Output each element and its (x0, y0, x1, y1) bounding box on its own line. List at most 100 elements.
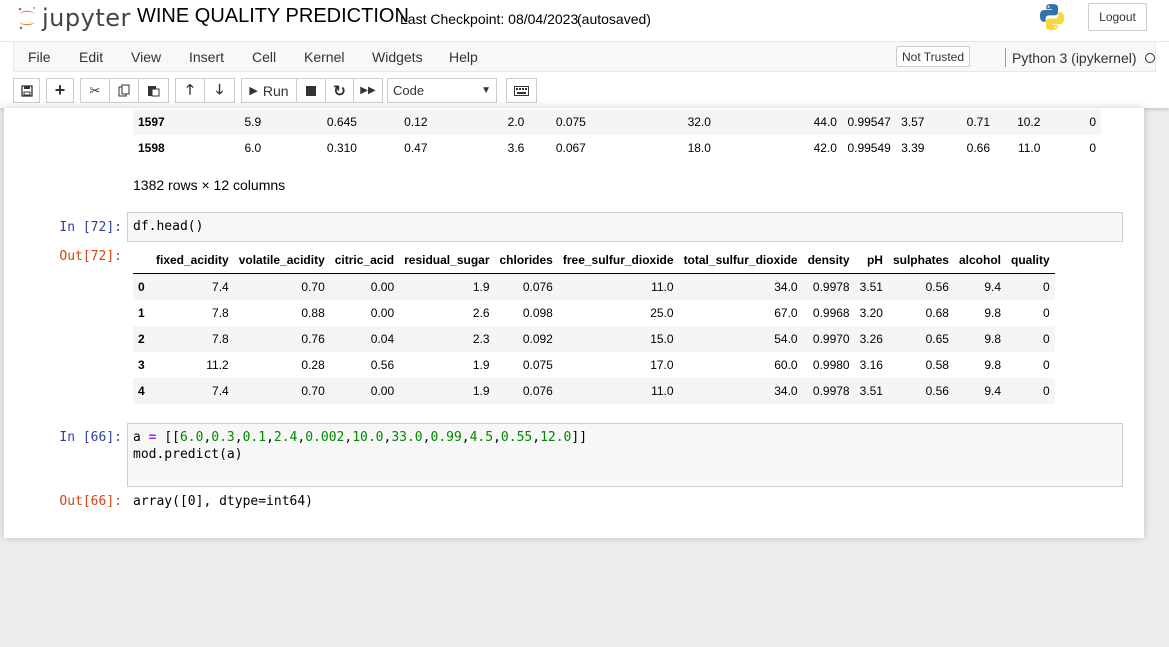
table-cell: 15.0 (650, 332, 674, 346)
move-up-button[interactable]: 🡑 (175, 78, 205, 103)
code-cell-input[interactable]: a = [[6.0,0.3,0.1,2.4,0.002,10.0,33.0,0.… (127, 423, 1123, 487)
table-cell: 0 (1042, 384, 1050, 398)
logout-button[interactable]: Logout (1088, 3, 1147, 31)
code-comma: , (493, 430, 501, 445)
save-icon (20, 84, 33, 97)
table-cell: 0.098 (522, 306, 553, 320)
table-cell: 0.9970 (812, 332, 850, 346)
column-header: quality (1006, 247, 1055, 274)
interrupt-button[interactable] (296, 78, 326, 103)
table-cell: 3.6 (507, 141, 525, 155)
table-cell: 0.66 (966, 141, 991, 155)
menu-cell[interactable]: Cell (252, 49, 276, 65)
column-header: free_sulfur_dioxide (557, 247, 679, 274)
table-cell: 0.092 (522, 332, 553, 346)
table-cell: 0.56 (925, 384, 949, 398)
table-cell: 10.2 (1017, 115, 1041, 129)
table-cell: 5.9 (244, 115, 262, 129)
jupyter-logo-icon (18, 7, 35, 30)
code-bracket: ]] (571, 430, 588, 445)
code-comma: , (234, 430, 243, 445)
move-down-button[interactable]: 🡓 (204, 78, 235, 103)
table-cell: 25.0 (650, 306, 674, 320)
copy-button[interactable] (109, 78, 139, 103)
table-cell: 3.51 (859, 384, 883, 398)
table-cell: 0.9978 (812, 384, 850, 398)
menubar: File Edit View Insert Cell Kernel Widget… (13, 41, 1156, 72)
menu-kernel[interactable]: Kernel (304, 49, 344, 65)
prediction-output: array([0], dtype=int64) (133, 494, 314, 509)
restart-button[interactable]: ↻ (325, 78, 354, 103)
table-cell: 0.00 (370, 306, 395, 320)
menu-view[interactable]: View (131, 49, 161, 65)
menu-widgets[interactable]: Widgets (372, 49, 423, 65)
row-index: 1 (138, 306, 145, 320)
table-cell: 18.0 (687, 141, 711, 155)
run-label: Run (262, 82, 289, 99)
table-cell: 42.0 (813, 141, 837, 155)
column-header: density (802, 247, 855, 274)
arrow-down-icon: 🡓 (215, 80, 224, 97)
header: jupyter WINE QUALITY PREDICTION Last Che… (0, 0, 1169, 41)
arrow-up-icon: 🡑 (186, 80, 194, 97)
menu-insert[interactable]: Insert (189, 49, 224, 65)
save-button[interactable] (13, 78, 40, 103)
scissors-icon: ✂ (89, 82, 101, 98)
prev-dataframe-output: 1597 5.9 0.645 0.12 2.0 0.075 32.0 44.0 … (133, 109, 1101, 161)
column-header: chlorides (494, 247, 558, 274)
row-index: 3 (138, 358, 145, 372)
restart-run-all-button[interactable]: ▶▶ (353, 78, 383, 103)
command-palette-button[interactable] (506, 78, 537, 103)
notebook-title[interactable]: WINE QUALITY PREDICTION (137, 5, 409, 28)
table-cell: 0.9978 (812, 280, 850, 294)
column-header (133, 247, 151, 274)
trust-indicator[interactable]: Not Trusted (896, 46, 970, 67)
play-icon: ▶ (249, 85, 258, 97)
table-cell: 1.9 (472, 358, 490, 372)
cell-type-select[interactable]: Code ▼ (387, 78, 497, 103)
table-cell: 0.00 (370, 280, 395, 294)
code-number: 2.4 (273, 430, 298, 445)
run-button[interactable]: ▶ Run (241, 78, 297, 103)
plus-icon: + (54, 80, 66, 100)
row-index: 1597 (138, 115, 165, 129)
insert-cell-button[interactable]: + (46, 78, 74, 103)
table-cell: 3.26 (859, 332, 883, 346)
keyboard-icon (514, 85, 529, 96)
menu-file[interactable]: File (28, 49, 51, 65)
autosave-status: (autosaved) (577, 11, 651, 27)
code-number: 0.99 (430, 430, 462, 445)
code-bracket: [[ (164, 430, 180, 445)
jupyter-logo[interactable]: jupyter (16, 4, 131, 32)
table-cell: 7.8 (212, 332, 229, 346)
table-header-row: fixed_acidity volatile_acidity citric_ac… (133, 247, 1055, 274)
table-cell: 0.9980 (812, 358, 850, 372)
code-number: 4.5 (469, 430, 494, 445)
paste-button[interactable] (138, 78, 169, 103)
table-cell: 0.58 (925, 358, 949, 372)
table-cell: 3.39 (901, 141, 925, 155)
table-cell: 0.99549 (847, 141, 891, 155)
table-cell: 2.0 (507, 115, 525, 129)
table-cell: 0.56 (370, 358, 395, 372)
table-cell: 0.00 (370, 384, 395, 398)
kernel-indicator[interactable]: Python 3 (ipykernel) (1005, 48, 1155, 67)
table-row: 4 7.4 0.70 0.00 1.9 0.076 11.0 34.0 0.99… (133, 378, 1055, 404)
table-cell: 2.3 (472, 332, 490, 346)
row-index: 1598 (138, 141, 165, 155)
logo-text: jupyter (42, 4, 131, 32)
table-cell: 0.76 (301, 332, 325, 346)
restart-icon: ↻ (333, 82, 346, 100)
table-cell: 0 (1042, 332, 1050, 346)
input-prompt: In [66]: (59, 430, 122, 445)
code-number: 0.55 (500, 430, 533, 445)
table-cell: 9.8 (984, 358, 1001, 372)
table-cell: 0.99547 (847, 115, 891, 129)
code-number: 10.0 (352, 430, 384, 445)
cut-button[interactable]: ✂ (80, 78, 110, 103)
table-cell: 1.9 (472, 384, 490, 398)
menu-help[interactable]: Help (449, 49, 478, 65)
menu-edit[interactable]: Edit (79, 49, 103, 65)
code-cell-input[interactable]: df.head() (127, 212, 1123, 242)
column-header: alcohol (953, 247, 1006, 274)
